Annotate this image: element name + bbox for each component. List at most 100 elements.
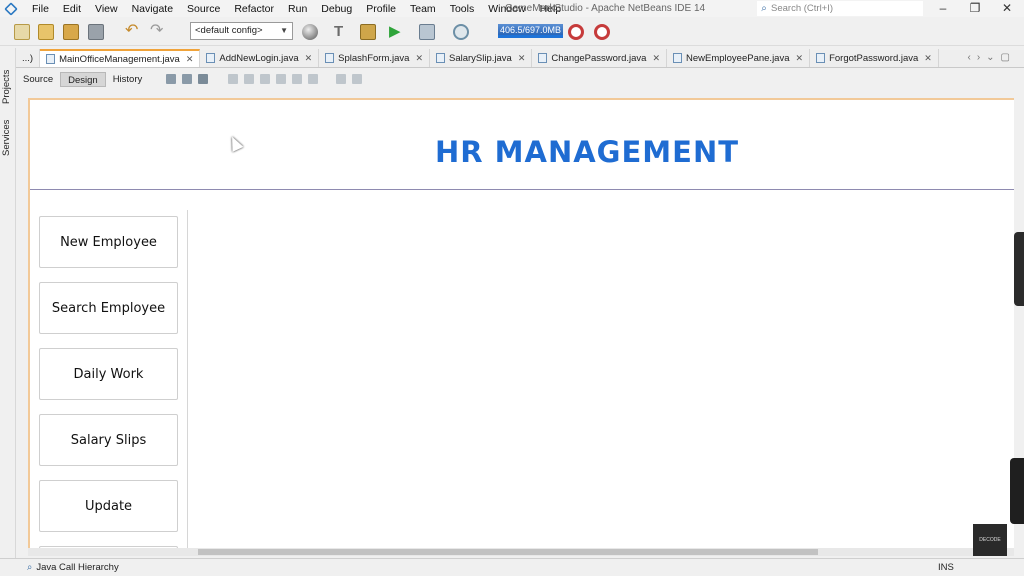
gc-icon[interactable] xyxy=(568,24,584,40)
watermark-text: DECODE xyxy=(979,537,1001,543)
tab-splashform[interactable]: SplashForm.java ✕ xyxy=(319,49,430,67)
selection-mode-icon[interactable] xyxy=(166,74,177,84)
hierarchy-icon: ⌕ xyxy=(27,562,33,573)
scrollbar-thumb[interactable] xyxy=(198,549,818,555)
menu-source[interactable]: Source xyxy=(180,3,227,15)
menu-debug[interactable]: Debug xyxy=(314,3,359,15)
close-icon[interactable]: ✕ xyxy=(305,50,313,67)
java-file-icon xyxy=(673,53,682,63)
clean-build-icon[interactable] xyxy=(360,24,376,40)
connection-mode-icon[interactable] xyxy=(182,74,193,84)
salary-slips-button[interactable]: Salary Slips xyxy=(39,414,178,466)
ide-search-box[interactable]: ⌕ Search (Ctrl+I) xyxy=(757,1,923,16)
memory-usage-indicator[interactable]: 406.5/697.0MB xyxy=(498,24,563,38)
history-view-tab[interactable]: History xyxy=(106,72,150,87)
app-nav-panel[interactable]: New Employee Search Employee Daily Work … xyxy=(30,210,188,550)
undo-icon[interactable]: ↶ xyxy=(125,23,141,40)
java-call-hierarchy-tab[interactable]: ⌕ Java Call Hierarchy xyxy=(27,562,119,573)
menu-run[interactable]: Run xyxy=(281,3,314,15)
tab-mainofficemanagement[interactable]: MainOfficeManagement.java ✕ xyxy=(40,49,201,68)
chevron-down-icon: ▼ xyxy=(280,26,288,35)
java-file-icon xyxy=(206,53,216,63)
resize-vertical-icon[interactable] xyxy=(352,74,363,84)
menu-team[interactable]: Team xyxy=(403,3,443,15)
main-toolbar: ↶ ↷ <default config> ▼ T ▶ 406.5/697.0MB xyxy=(0,18,1024,46)
form-editor-toolbar: Source Design History xyxy=(16,70,1024,88)
align-bottom-icon[interactable] xyxy=(292,74,303,84)
close-icon[interactable]: ✕ xyxy=(518,50,526,67)
java-file-icon xyxy=(538,53,548,63)
java-file-icon xyxy=(325,53,335,63)
tab-salaryslip[interactable]: SalarySlip.java ✕ xyxy=(430,49,533,67)
tab-overflow[interactable]: ...) xyxy=(16,49,41,67)
source-view-tab[interactable]: Source xyxy=(16,72,60,87)
configuration-value: <default config> xyxy=(195,25,263,36)
preview-design-icon[interactable] xyxy=(198,74,209,84)
close-icon[interactable]: ✕ xyxy=(924,50,932,67)
tab-label: AddNewLogin.java xyxy=(219,52,299,64)
java-file-icon xyxy=(436,53,445,63)
projects-panel-tab[interactable]: Projects xyxy=(1,70,12,104)
redo-icon[interactable]: ↷ xyxy=(150,23,166,40)
design-canvas[interactable]: HR MANAGEMENT New Employee Search Employ… xyxy=(28,98,1014,550)
side-panel-strip: Projects Services xyxy=(0,48,16,558)
tab-label: ChangePassword.java xyxy=(551,52,647,64)
center-horizontally-icon[interactable] xyxy=(260,74,271,84)
close-window-button[interactable]: ✕ xyxy=(992,0,1022,17)
menu-file[interactable]: File xyxy=(25,3,56,15)
java-file-icon xyxy=(46,54,56,64)
daily-work-button[interactable]: Daily Work xyxy=(39,348,178,400)
new-employee-button[interactable]: New Employee xyxy=(39,216,178,268)
horizontal-scrollbar[interactable] xyxy=(28,548,1014,556)
menu-navigate[interactable]: Navigate xyxy=(125,3,180,15)
search-icon: ⌕ xyxy=(761,3,767,14)
menu-edit[interactable]: Edit xyxy=(56,3,88,15)
menu-profile[interactable]: Profile xyxy=(359,3,403,15)
profiler-snapshot-icon[interactable] xyxy=(594,24,610,40)
new-file-icon[interactable] xyxy=(14,24,30,40)
open-project-icon[interactable] xyxy=(63,24,79,40)
services-panel-tab[interactable]: Services xyxy=(1,120,12,156)
app-header-panel[interactable]: HR MANAGEMENT xyxy=(30,100,1014,190)
debug-icon[interactable] xyxy=(419,24,435,40)
tab-label: SalarySlip.java xyxy=(449,52,512,64)
align-right-icon[interactable] xyxy=(244,74,255,84)
recorder-tools-panel[interactable] xyxy=(1010,458,1024,524)
align-left-icon[interactable] xyxy=(228,74,239,84)
globe-icon[interactable] xyxy=(302,24,318,40)
menu-view[interactable]: View xyxy=(88,3,125,15)
close-icon[interactable]: ✕ xyxy=(415,50,423,67)
new-project-icon[interactable] xyxy=(38,24,54,40)
design-view-tab[interactable]: Design xyxy=(60,71,106,87)
restore-button[interactable]: ❐ xyxy=(960,0,990,17)
center-vertically-icon[interactable] xyxy=(308,74,319,84)
insert-mode-indicator: INS xyxy=(938,562,954,573)
close-icon[interactable]: ✕ xyxy=(652,50,660,67)
minimize-button[interactable]: – xyxy=(928,0,958,17)
tab-navigation[interactable]: ‹›⌄▢ xyxy=(968,52,1017,63)
resize-horizontal-icon[interactable] xyxy=(336,74,347,84)
status-bar: ⌕ Java Call Hierarchy INS xyxy=(0,558,1024,576)
window-title: GameMarkStudio - Apache NetBeans IDE 14 xyxy=(505,3,706,14)
tab-newemployeepane[interactable]: NewEmployeePane.java ✕ xyxy=(667,49,811,67)
tab-label: NewEmployeePane.java xyxy=(686,52,790,64)
profile-icon[interactable] xyxy=(453,24,469,40)
close-icon[interactable]: ✕ xyxy=(186,51,194,68)
close-icon[interactable]: ✕ xyxy=(796,50,804,67)
run-icon[interactable]: ▶ xyxy=(389,24,405,40)
overlay-side-handle[interactable] xyxy=(1014,232,1024,306)
menu-bar: File Edit View Navigate Source Refactor … xyxy=(0,0,1024,17)
update-button[interactable]: Update xyxy=(39,480,178,532)
menu-tools[interactable]: Tools xyxy=(443,3,482,15)
save-all-icon[interactable] xyxy=(88,24,104,40)
tab-label: ...) xyxy=(22,52,34,64)
tab-label: SplashForm.java xyxy=(338,52,410,64)
tab-addnewlogin[interactable]: AddNewLogin.java ✕ xyxy=(200,49,320,67)
search-employee-button[interactable]: Search Employee xyxy=(39,282,178,334)
configuration-select[interactable]: <default config> ▼ xyxy=(190,22,293,40)
tab-forgotpassword[interactable]: ForgotPassword.java ✕ xyxy=(810,49,939,67)
align-top-icon[interactable] xyxy=(276,74,287,84)
tab-changepassword[interactable]: ChangePassword.java ✕ xyxy=(532,49,667,67)
menu-refactor[interactable]: Refactor xyxy=(227,3,281,15)
build-hammer-icon[interactable]: T xyxy=(334,24,350,40)
